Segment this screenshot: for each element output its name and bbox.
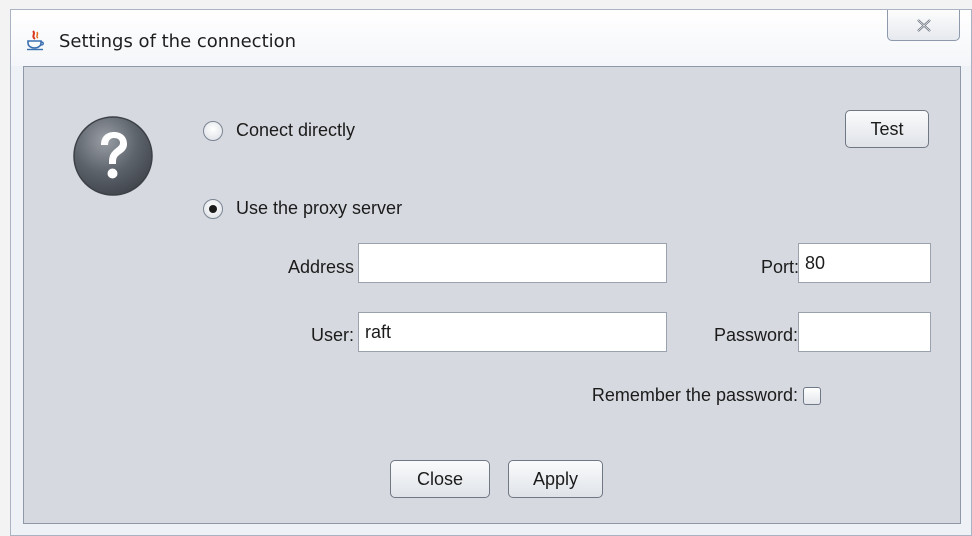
question-mark-icon xyxy=(73,116,153,196)
user-label: User: xyxy=(310,325,354,345)
use-proxy-label: Use the proxy server xyxy=(236,198,403,218)
test-button[interactable]: Test xyxy=(845,110,929,148)
connect-directly-label: Conect directly xyxy=(236,120,356,140)
use-proxy-option[interactable]: Use the proxy server xyxy=(203,198,402,219)
address-label: Address xyxy=(287,257,354,277)
port-field[interactable]: 80 xyxy=(798,243,931,283)
port-label: Port: xyxy=(760,257,799,277)
close-icon xyxy=(916,18,931,32)
use-proxy-radio[interactable] xyxy=(203,198,223,219)
password-field[interactable] xyxy=(798,312,931,352)
close-window-button[interactable] xyxy=(887,10,960,41)
close-button[interactable]: Close xyxy=(390,460,490,498)
remember-password-label: Remember the password: xyxy=(591,385,798,405)
java-app-icon xyxy=(27,30,44,51)
settings-dialog-window: Settings of the connection Conect direct… xyxy=(10,9,972,536)
dialog-content: Conect directly Test Use the proxy serve… xyxy=(23,66,961,524)
remember-password-checkbox[interactable] xyxy=(803,387,821,405)
title-bar[interactable]: Settings of the connection xyxy=(11,10,971,66)
connect-directly-radio[interactable] xyxy=(203,120,223,141)
password-label: Password: xyxy=(713,325,798,345)
address-field[interactable] xyxy=(358,243,667,283)
apply-button[interactable]: Apply xyxy=(508,460,603,498)
connect-directly-option[interactable]: Conect directly xyxy=(203,120,355,141)
user-field[interactable]: raft xyxy=(358,312,667,352)
window-title: Settings of the connection xyxy=(59,31,297,52)
